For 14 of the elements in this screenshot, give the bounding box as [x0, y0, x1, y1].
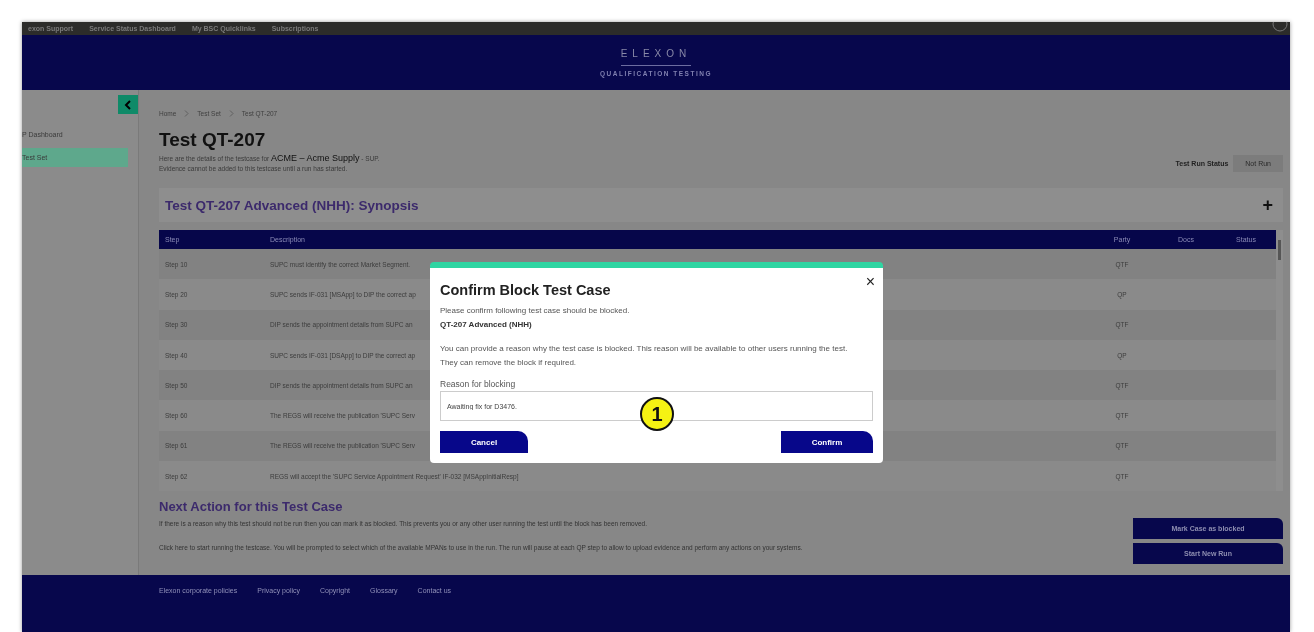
confirm-button[interactable]: Confirm	[781, 431, 873, 453]
field-label: Reason for blocking	[440, 379, 517, 389]
test-case-name: QT-207 Advanced (NHH)	[440, 319, 533, 331]
chevron-left-icon	[124, 99, 132, 110]
scrollbar[interactable]	[1276, 230, 1283, 492]
add-button[interactable]: +	[1262, 198, 1273, 212]
next-action-title: Next Action for this Test Case	[159, 499, 344, 515]
collapse-sidebar-button[interactable]	[118, 95, 138, 114]
synopsis-title: Test QT-207 Advanced (NHH): Synopsis	[165, 197, 419, 213]
page-title: Test QT-207	[159, 129, 267, 151]
cancel-button[interactable]: Cancel	[440, 431, 528, 453]
dialog-title: Confirm Block Test Case	[440, 282, 612, 298]
logo: ELEXON	[620, 48, 692, 66]
dialog-explanation: You can provide a reason why the test case is blocked. This reason will be available to other users running the test. They can remove the block if required.	[440, 343, 849, 369]
